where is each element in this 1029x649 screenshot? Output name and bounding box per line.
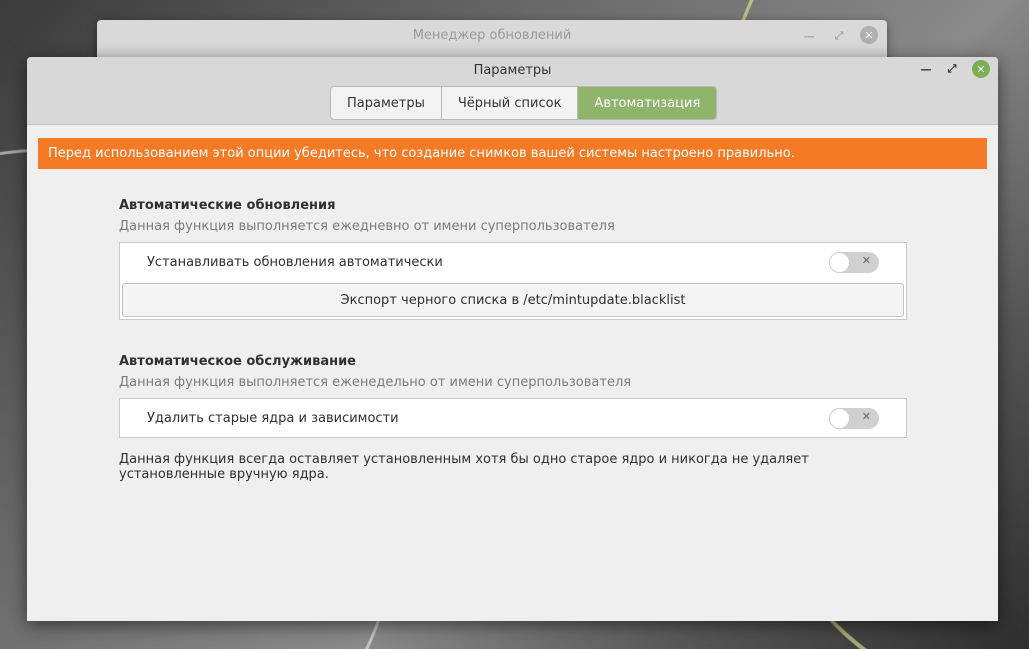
maximize-icon[interactable]: ⤢	[943, 60, 961, 78]
tab-blacklist[interactable]: Чёрный список	[441, 87, 579, 119]
minimize-icon[interactable]: —	[800, 27, 818, 45]
section-subtitle: Данная функция выполняется еженедельно о…	[119, 375, 632, 390]
section-heading: Автоматическое обслуживание	[119, 354, 357, 369]
window-title: Параметры	[473, 63, 552, 78]
maintenance-note: Данная функция всегда оставляет установл…	[119, 452, 809, 482]
preferences-window: Параметры — ⤢ ✕ Параметры Чёрный список …	[27, 57, 998, 621]
remove-kernels-toggle[interactable]: ✕	[829, 407, 879, 429]
background-window-title: Менеджер обновлений	[412, 28, 572, 43]
auto-install-label: Устанавливать обновления автоматически	[147, 254, 443, 270]
close-icon[interactable]: ✕	[860, 26, 878, 44]
header-bar: Параметры — ⤢ ✕ Параметры Чёрный список …	[27, 57, 998, 125]
maximize-icon[interactable]: ⤢	[830, 27, 848, 45]
auto-install-row: Устанавливать обновления автоматически ✕	[120, 243, 906, 281]
minimize-icon[interactable]: —	[917, 60, 935, 78]
section-subtitle: Данная функция выполняется ежедневно от …	[119, 219, 615, 234]
warning-banner: Перед использованием этой опции убедитес…	[38, 138, 987, 169]
settings-frame: Устанавливать обновления автоматически ✕…	[119, 242, 907, 320]
remove-kernels-row: Удалить старые ядра и зависимости ✕	[120, 399, 906, 437]
auto-maintenance-section: Автоматическое обслуживание Данная функц…	[119, 354, 907, 438]
section-heading: Автоматические обновления	[119, 198, 336, 213]
export-blacklist-button[interactable]: Экспорт черного списка в /etc/mintupdate…	[122, 283, 904, 317]
auto-install-toggle[interactable]: ✕	[829, 251, 879, 273]
close-icon[interactable]: ✕	[972, 60, 990, 78]
auto-updates-section: Автоматические обновления Данная функция…	[119, 198, 907, 320]
tab-automation[interactable]: Автоматизация	[578, 87, 717, 119]
tab-parameters[interactable]: Параметры	[331, 87, 442, 119]
remove-kernels-label: Удалить старые ядра и зависимости	[147, 410, 399, 426]
off-icon: ✕	[861, 409, 871, 423]
off-icon: ✕	[861, 253, 871, 267]
settings-frame: Удалить старые ядра и зависимости ✕	[119, 398, 907, 438]
tab-bar: Параметры Чёрный список Автоматизация	[330, 86, 718, 120]
